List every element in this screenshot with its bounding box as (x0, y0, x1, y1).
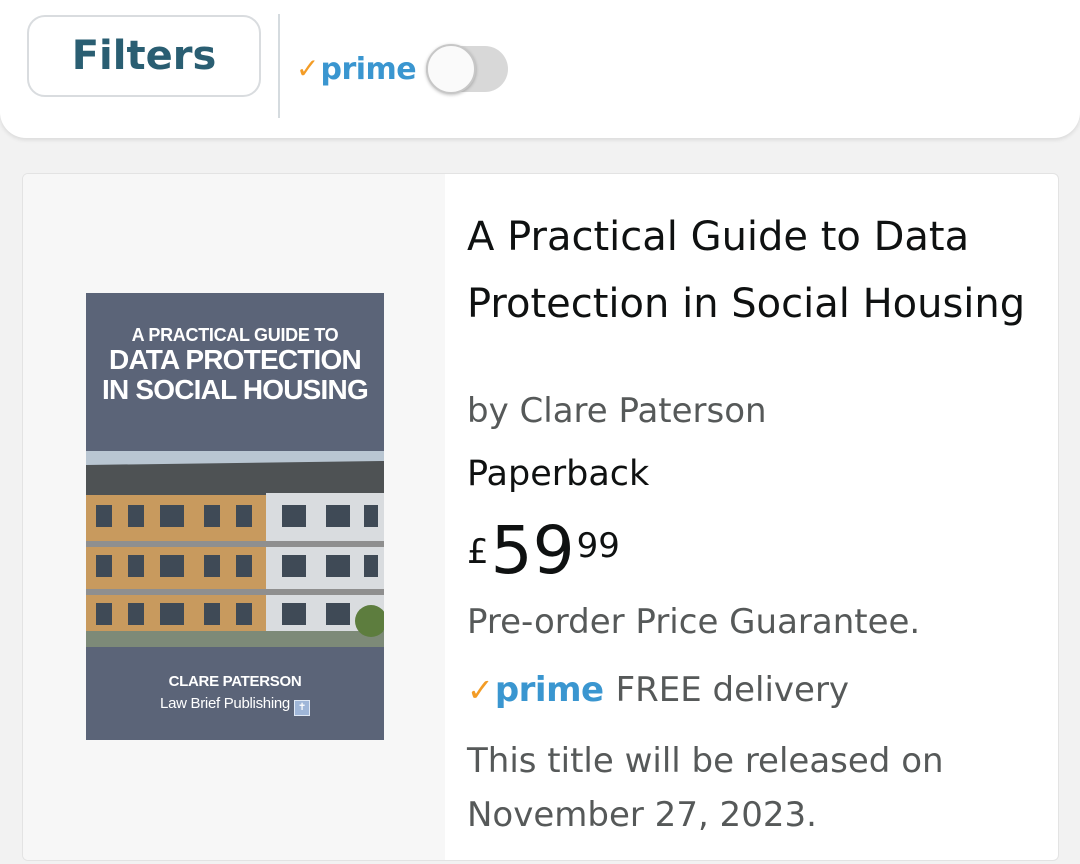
price-currency: £ (467, 532, 489, 572)
cover-title-line2: DATA PROTECTION IN SOCIAL HOUSING (86, 345, 384, 405)
prime-wordmark: prime (494, 670, 604, 710)
cover-title-line2a: DATA PROTECTION (109, 344, 362, 375)
apartment-building-photo (86, 451, 384, 647)
delivery-info: ✓ prime FREE delivery (467, 670, 849, 710)
cover-publisher-name: Law Brief Publishing (160, 695, 290, 712)
release-date-note: This title will be released on November … (467, 741, 944, 835)
product-format[interactable]: Paperback (467, 454, 649, 494)
publisher-logo-icon: ✝ (293, 700, 310, 716)
product-image-panel[interactable]: A PRACTICAL GUIDE TO DATA PROTECTION IN … (23, 174, 445, 860)
prime-wordmark: prime (320, 51, 417, 87)
product-price: £ 59 99 (467, 514, 620, 588)
cover-title-line2b: IN SOCIAL HOUSING (102, 374, 369, 405)
filters-button[interactable]: Filters (27, 15, 261, 97)
prime-toggle-switch[interactable] (426, 44, 509, 94)
product-card[interactable]: A PRACTICAL GUIDE TO DATA PROTECTION IN … (22, 173, 1059, 861)
book-cover-image[interactable]: A PRACTICAL GUIDE TO DATA PROTECTION IN … (86, 293, 384, 740)
divider (278, 14, 280, 118)
product-author: by Clare Paterson (467, 391, 767, 431)
price-fraction: 99 (576, 526, 620, 566)
delivery-text: FREE delivery (615, 670, 850, 710)
price-whole: 59 (490, 512, 575, 589)
cover-author: CLARE PATERSON (168, 673, 302, 690)
cover-publisher: Law Brief Publishing ✝ (86, 695, 384, 716)
filter-bar: Filters ✓ prime (0, 0, 1080, 138)
prime-check-icon: ✓ (296, 52, 320, 85)
toggle-knob (426, 44, 477, 94)
product-title-link[interactable]: A Practical Guide to Data Protection in … (467, 204, 1032, 382)
prime-logo: ✓ prime (296, 51, 417, 87)
prime-check-icon: ✓ (467, 671, 494, 709)
cover-title-line1: A PRACTICAL GUIDE TO (131, 325, 339, 345)
prime-filter-toggle[interactable]: ✓ prime (296, 43, 509, 95)
price-guarantee-note: Pre-order Price Guarantee. (467, 602, 921, 642)
